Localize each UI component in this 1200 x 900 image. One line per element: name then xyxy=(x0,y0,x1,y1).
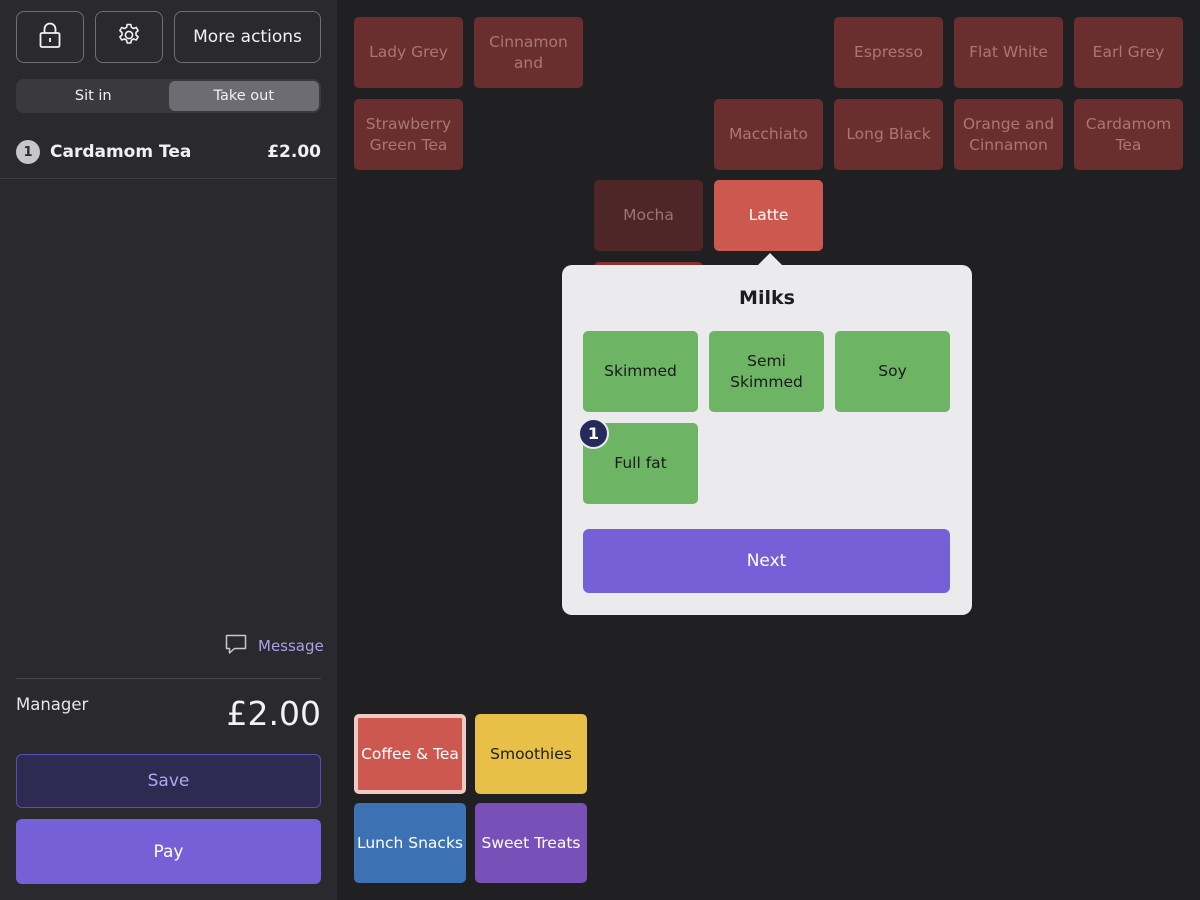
message-icon xyxy=(224,632,258,660)
category-smoothies[interactable]: Smoothies xyxy=(475,714,587,794)
staff-name: Manager xyxy=(16,695,89,714)
milk-option-soy[interactable]: Soy xyxy=(835,331,950,412)
message-label: Message xyxy=(258,637,324,655)
milk-option-skimmed[interactable]: Skimmed xyxy=(583,331,698,412)
product-lady-grey[interactable]: Lady Grey xyxy=(354,17,463,88)
product-earl-grey[interactable]: Earl Grey xyxy=(1074,17,1183,88)
product-latte[interactable]: Latte xyxy=(714,180,823,251)
pay-button[interactable]: Pay xyxy=(16,819,321,884)
category-sweet-treats[interactable]: Sweet Treats xyxy=(475,803,587,883)
order-divider xyxy=(0,178,337,179)
product-macchiato[interactable]: Macchiato xyxy=(714,99,823,170)
product-strawberry-green-tea[interactable]: Strawberry Green Tea xyxy=(354,99,463,170)
product-long-black[interactable]: Long Black xyxy=(834,99,943,170)
modifier-count-badge: 1 xyxy=(578,418,609,449)
product-espresso[interactable]: Espresso xyxy=(834,17,943,88)
category-coffee-tea[interactable]: Coffee & Tea xyxy=(354,714,466,794)
milks-popover: Milks Skimmed Semi Skimmed Soy Full fat … xyxy=(562,265,972,615)
save-button[interactable]: Save xyxy=(16,754,321,808)
quantity-badge: 1 xyxy=(16,140,40,164)
order-item-price: £2.00 xyxy=(267,142,321,162)
order-item-name: Cardamom Tea xyxy=(50,142,192,162)
product-flat-white[interactable]: Flat White xyxy=(954,17,1063,88)
product-cinnamon-and[interactable]: Cinnamon and xyxy=(474,17,583,88)
next-button[interactable]: Next xyxy=(583,529,950,593)
more-actions-button[interactable]: More actions xyxy=(174,11,321,63)
lock-button[interactable] xyxy=(16,11,84,63)
product-mocha[interactable]: Mocha xyxy=(594,180,703,251)
order-panel: More actions Sit in Take out 1 Cardamom … xyxy=(0,0,337,900)
lock-icon xyxy=(38,21,62,54)
product-cardamom-tea[interactable]: Cardamom Tea xyxy=(1074,99,1183,170)
message-button[interactable]: Message xyxy=(224,633,324,659)
settings-button[interactable] xyxy=(95,11,163,63)
product-orange-and-cinnamon[interactable]: Orange and Cinnamon xyxy=(954,99,1063,170)
category-lunch-snacks[interactable]: Lunch Snacks xyxy=(354,803,466,883)
order-line-item[interactable]: 1 Cardamom Tea £2.00 xyxy=(16,138,321,166)
sit-in-option[interactable]: Sit in xyxy=(18,81,169,111)
footer-divider xyxy=(16,678,321,679)
order-type-toggle: Sit in Take out xyxy=(16,79,321,113)
popover-title: Milks xyxy=(739,287,795,309)
order-total: £2.00 xyxy=(226,694,321,733)
take-out-option[interactable]: Take out xyxy=(168,81,319,111)
milk-option-semi-skimmed[interactable]: Semi Skimmed xyxy=(709,331,824,412)
gear-icon xyxy=(116,22,142,53)
